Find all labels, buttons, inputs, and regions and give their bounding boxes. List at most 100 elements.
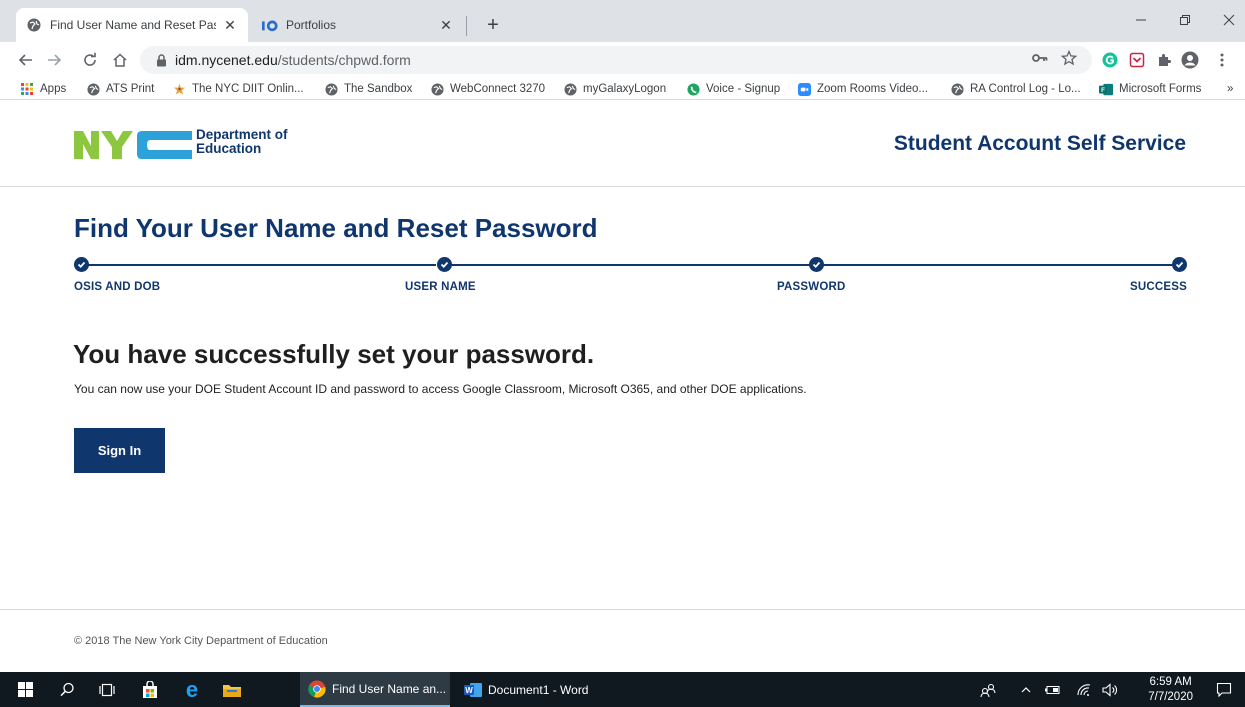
battery-icon[interactable] bbox=[1040, 672, 1064, 707]
taskbar-app-label: Document1 - Word bbox=[488, 682, 589, 697]
action-center-notification-icon[interactable] bbox=[1210, 672, 1238, 707]
bookmark-mygalaxy[interactable]: myGalaxyLogon bbox=[563, 81, 666, 97]
wifi-icon[interactable] bbox=[1072, 672, 1096, 707]
svg-text:W: W bbox=[465, 686, 473, 695]
bookmark-label: Zoom Rooms Video... bbox=[817, 83, 929, 95]
profile-avatar-icon[interactable] bbox=[1180, 50, 1200, 70]
step-complete-check-icon bbox=[1172, 257, 1187, 272]
logo-line-2: Education bbox=[196, 141, 262, 156]
grammarly-icon[interactable] bbox=[1100, 50, 1120, 70]
bookmark-sandbox[interactable]: The Sandbox bbox=[324, 81, 412, 97]
bookmark-nyc-diit[interactable]: The NYC DIIT Onlin... bbox=[172, 81, 304, 97]
nyc-logo-icon[interactable] bbox=[74, 126, 194, 164]
bookmark-label: Apps bbox=[40, 83, 67, 95]
bookmark-label: Microsoft Forms bbox=[1119, 83, 1202, 95]
bookmark-label: Voice - Signup bbox=[706, 83, 781, 95]
browser-tab-strip: Find User Name and Reset Passw ✕ Portfol… bbox=[0, 0, 1245, 42]
step-connector bbox=[86, 264, 436, 266]
bookmarks-overflow-chevron[interactable]: » bbox=[1227, 81, 1233, 97]
bookmarks-bar: Apps ATS Print The NYC DIIT Onlin... The… bbox=[0, 78, 1245, 100]
reload-icon[interactable] bbox=[78, 48, 102, 72]
bookmark-label: WebConnect 3270 bbox=[450, 83, 546, 95]
home-icon[interactable] bbox=[108, 48, 132, 72]
step-label-osis-dob: OSIS AND DOB bbox=[74, 281, 161, 293]
svg-text:e: e bbox=[186, 680, 198, 700]
file-explorer-icon[interactable] bbox=[214, 672, 250, 707]
tab-label: Find User Name and Reset Passw bbox=[50, 18, 216, 32]
taskbar-word-window[interactable]: W Document1 - Word bbox=[456, 672, 606, 707]
tray-chevron-up-icon[interactable] bbox=[1016, 672, 1036, 707]
page-content: Department of Education Student Account … bbox=[0, 101, 1245, 672]
windows-start-icon[interactable] bbox=[8, 672, 42, 707]
close-tab-icon[interactable]: ✕ bbox=[438, 17, 454, 33]
key-icon[interactable] bbox=[1030, 48, 1050, 68]
menu-kebab-icon[interactable] bbox=[1212, 50, 1232, 70]
clock-time: 6:59 AM bbox=[1149, 676, 1192, 688]
step-label-user-name: USER NAME bbox=[405, 281, 476, 293]
search-icon[interactable] bbox=[50, 672, 84, 707]
globe-icon bbox=[430, 82, 444, 96]
site-footer: © 2018 The New York City Department of E… bbox=[0, 609, 1245, 672]
bookmark-ra-control-log[interactable]: RA Control Log - Lo... bbox=[950, 81, 1081, 97]
globe-icon bbox=[86, 82, 100, 96]
step-connector bbox=[449, 264, 811, 266]
browser-toolbar: idm.nycenet.edu/students/chpwd.form bbox=[0, 42, 1245, 78]
svg-text:F: F bbox=[1101, 87, 1105, 94]
tab-label: Portfolios bbox=[286, 18, 337, 32]
bookmark-apps[interactable]: Apps bbox=[20, 81, 66, 97]
url-host: idm.nycenet.edu bbox=[175, 52, 278, 68]
close-window-icon[interactable] bbox=[1212, 6, 1245, 34]
word-icon: W bbox=[464, 681, 482, 699]
bookmark-star-icon[interactable] bbox=[1059, 48, 1079, 68]
task-view-icon[interactable] bbox=[90, 672, 124, 707]
tab-find-user-name[interactable]: Find User Name and Reset Passw ✕ bbox=[16, 8, 248, 42]
logo-line-1: Department of bbox=[196, 127, 288, 142]
bookmark-zoom-rooms[interactable]: Zoom Rooms Video... bbox=[797, 81, 928, 97]
site-header: Department of Education Student Account … bbox=[0, 101, 1245, 187]
forward-arrow-icon[interactable] bbox=[42, 48, 66, 72]
bookmark-voice-signup[interactable]: Voice - Signup bbox=[686, 81, 780, 97]
doe-logo-text: Department of Education bbox=[196, 128, 288, 156]
windows-taskbar: e Find User Name an... W Document1 - Wor… bbox=[0, 672, 1245, 707]
chrome-icon bbox=[308, 680, 326, 698]
minimize-icon[interactable] bbox=[1124, 6, 1158, 34]
pocket-shield-icon[interactable] bbox=[1127, 50, 1147, 70]
extensions-puzzle-icon[interactable] bbox=[1154, 50, 1174, 70]
bookmark-label: The NYC DIIT Onlin... bbox=[192, 83, 304, 95]
sign-in-button[interactable]: Sign In bbox=[74, 428, 165, 473]
new-tab-plus-icon[interactable]: + bbox=[482, 14, 504, 36]
microsoft-store-icon[interactable] bbox=[132, 672, 168, 707]
lock-icon[interactable] bbox=[156, 53, 167, 67]
taskbar-chrome-window[interactable]: Find User Name an... bbox=[300, 672, 450, 707]
bookmark-label: ATS Print bbox=[106, 83, 155, 95]
address-bar[interactable]: idm.nycenet.edu/students/chpwd.form bbox=[140, 46, 1092, 74]
page-title: Find Your User Name and Reset Password bbox=[74, 213, 598, 243]
restore-icon[interactable] bbox=[1168, 6, 1202, 34]
globe-icon bbox=[324, 82, 338, 96]
bookmark-label: The Sandbox bbox=[344, 83, 413, 95]
bookmark-microsoft-forms[interactable]: F Microsoft Forms bbox=[1099, 81, 1201, 97]
progress-stepper: OSIS AND DOB USER NAME PASSWORD SUCCESS bbox=[74, 257, 1187, 307]
internet-explorer-icon[interactable]: e bbox=[174, 672, 210, 707]
people-icon[interactable] bbox=[976, 672, 1000, 707]
tab-separator bbox=[466, 16, 467, 36]
service-title: Student Account Self Service bbox=[893, 132, 1186, 155]
success-description: You can now use your DOE Student Account… bbox=[74, 382, 807, 396]
close-tab-icon[interactable]: ✕ bbox=[222, 17, 238, 33]
url-text: idm.nycenet.edu/students/chpwd.form bbox=[175, 52, 411, 68]
step-label-success: SUCCESS bbox=[1130, 281, 1187, 293]
step-connector bbox=[823, 264, 1175, 266]
success-heading: You have successfully set your password. bbox=[73, 339, 595, 369]
bookmark-webconnect[interactable]: WebConnect 3270 bbox=[430, 81, 545, 97]
globe-icon bbox=[563, 82, 577, 96]
bookmark-label: RA Control Log - Lo... bbox=[970, 83, 1081, 95]
step-label-password: PASSWORD bbox=[777, 281, 846, 293]
step-complete-check-icon bbox=[809, 257, 824, 272]
tab-portfolios[interactable]: Portfolios ✕ bbox=[252, 8, 464, 42]
bookmarks-overflow-label: » bbox=[1227, 83, 1234, 95]
step-complete-check-icon bbox=[437, 257, 452, 272]
bookmark-ats-print[interactable]: ATS Print bbox=[86, 81, 154, 97]
taskbar-clock[interactable]: 6:59 AM 7/7/2020 bbox=[1148, 675, 1193, 705]
volume-icon[interactable] bbox=[1098, 672, 1122, 707]
back-arrow-icon[interactable] bbox=[14, 48, 38, 72]
